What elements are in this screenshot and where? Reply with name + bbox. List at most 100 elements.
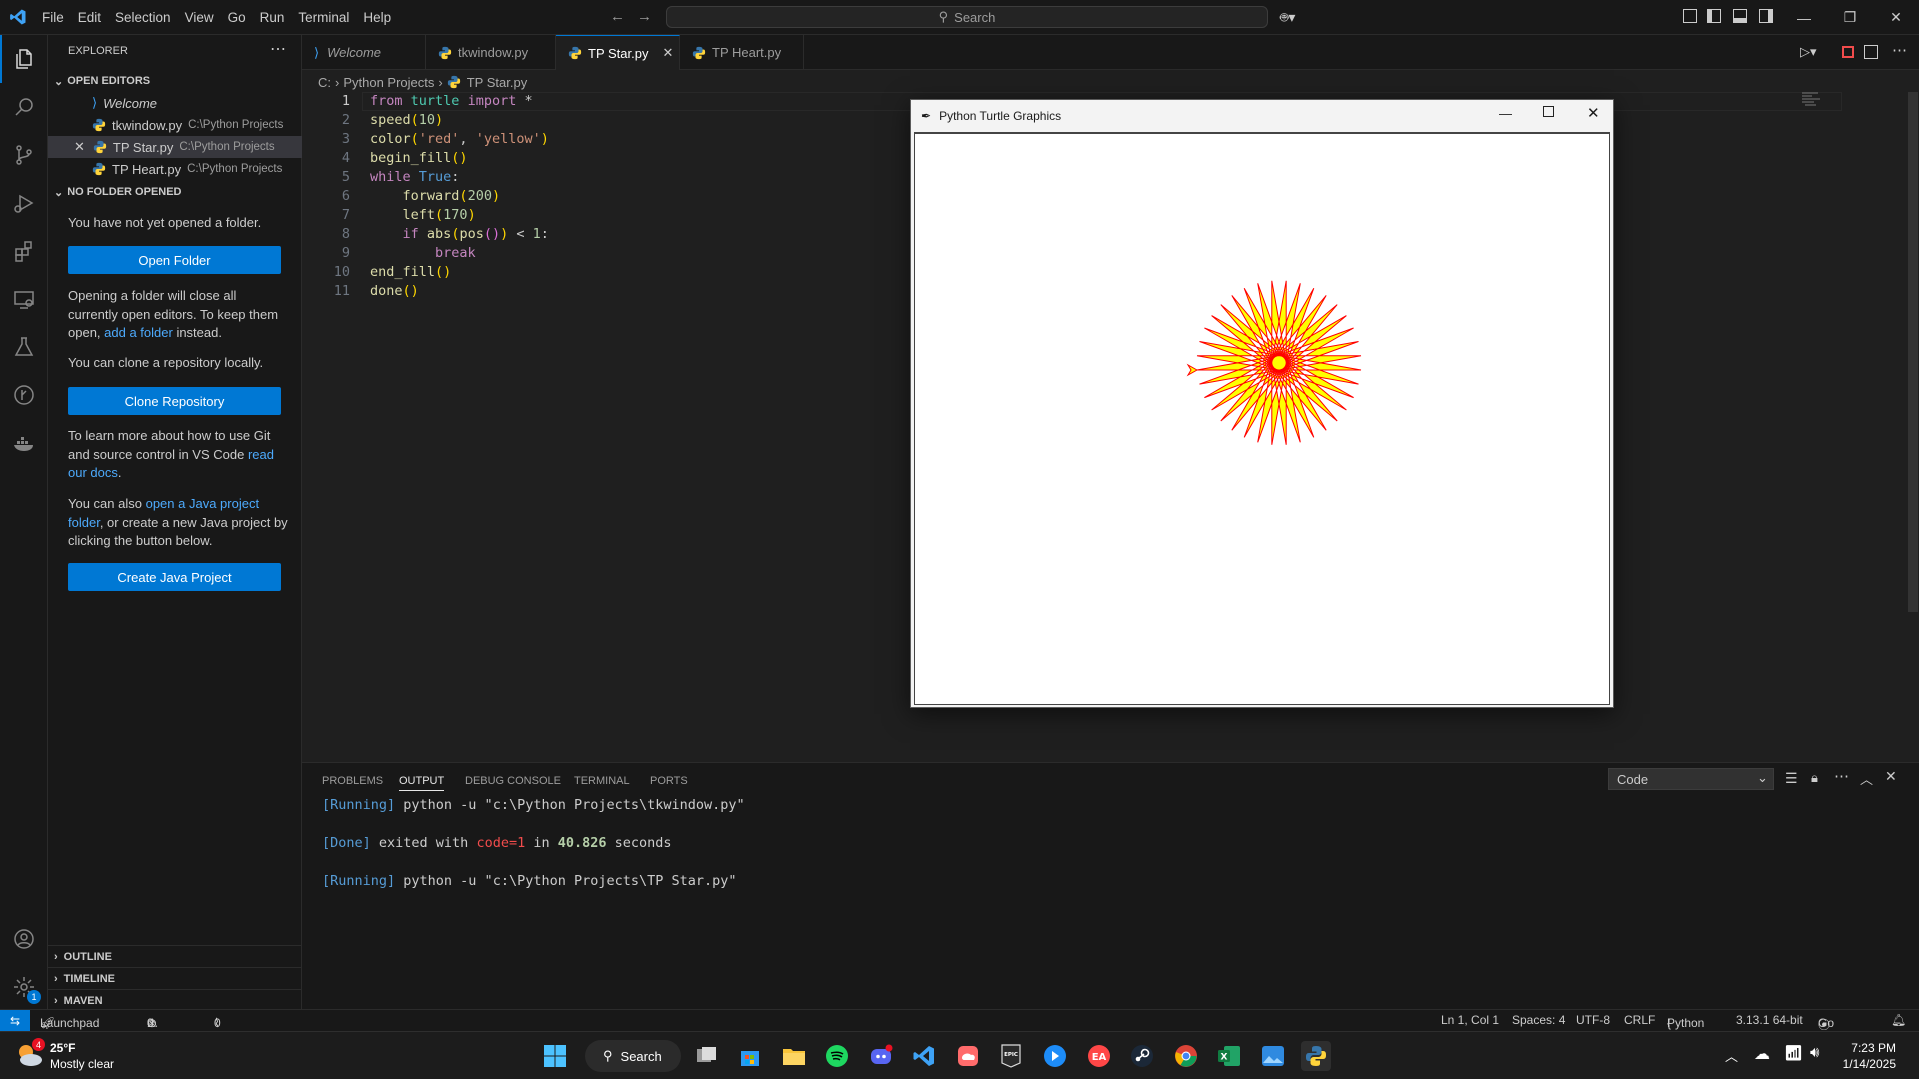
photos-icon[interactable] <box>1258 1041 1288 1071</box>
filter-lines-icon[interactable]: ☰ <box>1785 770 1798 787</box>
docker-icon[interactable] <box>0 419 48 467</box>
open-editors-header[interactable]: ⌄ OPEN EDITORS <box>48 70 302 92</box>
turtle-minimize-icon[interactable]: — <box>1499 106 1512 121</box>
remote-explorer-icon[interactable] <box>0 275 48 323</box>
taskbar-search[interactable]: ⚲ Search <box>585 1040 681 1072</box>
volume-icon[interactable]: 🔊︎ <box>1810 1044 1819 1061</box>
close-tab-icon[interactable]: ✕ <box>662 45 673 61</box>
timeline-section[interactable]: › TIMELINE <box>48 967 302 989</box>
notifications-bell-icon[interactable]: 🔔︎ <box>1891 1013 1906 1027</box>
add-folder-link[interactable]: add a folder <box>104 325 173 340</box>
menu-edit[interactable]: Edit <box>71 10 108 25</box>
ea-app-icon[interactable]: EA <box>1084 1041 1114 1071</box>
menu-help[interactable]: Help <box>356 10 398 25</box>
toggle-panel-icon[interactable] <box>1733 9 1747 23</box>
weather-widget-icon[interactable]: 4 <box>14 1038 45 1070</box>
customize-layout-icon[interactable] <box>1683 9 1697 23</box>
breadcrumb-folder[interactable]: Python Projects <box>343 75 434 90</box>
restore-button[interactable]: ❐ <box>1827 0 1873 35</box>
wifi-icon[interactable]: 📶︎ <box>1784 1044 1803 1062</box>
stop-icon[interactable] <box>1842 46 1854 58</box>
menu-selection[interactable]: Selection <box>108 10 178 25</box>
panel-tab-problems[interactable]: PROBLEMS <box>322 771 383 791</box>
more-actions-icon[interactable]: ⋯ <box>270 39 286 59</box>
clock[interactable]: 7:23 PM 1/14/2025 <box>1836 1040 1896 1072</box>
create-java-project-button[interactable]: Create Java Project <box>68 563 281 591</box>
forward-arrow-icon[interactable]: → <box>637 8 652 25</box>
maven-section[interactable]: › MAVEN <box>48 989 302 1011</box>
manage-gear-icon[interactable]: 1 <box>0 963 48 1011</box>
chrome-icon[interactable] <box>1171 1041 1201 1071</box>
steam-icon[interactable] <box>1127 1041 1157 1071</box>
turtle-maximize-icon[interactable] <box>1543 106 1554 117</box>
close-button[interactable]: ✕ <box>1873 0 1919 35</box>
discord-icon[interactable] <box>866 1041 896 1071</box>
bluestacks-icon[interactable] <box>1040 1041 1070 1071</box>
clone-repository-button[interactable]: Clone Repository <box>68 387 281 415</box>
indentation[interactable]: Spaces: 4 <box>1512 1013 1565 1027</box>
turtle-window-titlebar[interactable]: ✒ Python Turtle Graphics — ✕ <box>911 100 1613 132</box>
file-explorer-icon[interactable] <box>779 1041 809 1071</box>
panel-more-icon[interactable]: ⋯ <box>1834 767 1849 785</box>
menu-run[interactable]: Run <box>253 10 292 25</box>
onedrive-icon[interactable]: ☁ <box>1754 1044 1770 1064</box>
breadcrumb-root[interactable]: C: <box>318 75 331 90</box>
explorer-icon[interactable] <box>0 35 48 83</box>
excel-icon[interactable]: X <box>1214 1041 1244 1071</box>
open-editor-welcome[interactable]: ⟩ Welcome <box>48 92 302 114</box>
accounts-icon[interactable] <box>0 915 48 963</box>
python-interpreter[interactable]: 3.13.1 64-bit <box>1736 1013 1803 1027</box>
show-hidden-icons-icon[interactable]: ︿ <box>1725 1046 1738 1065</box>
microsoft-store-icon[interactable] <box>735 1041 765 1071</box>
epic-games-icon[interactable]: EPIC <box>996 1041 1026 1071</box>
maximize-panel-icon[interactable]: ︿ <box>1860 769 1873 788</box>
close-editor-icon[interactable]: ✕ <box>74 139 85 155</box>
command-center-search[interactable]: ⚲ Search <box>666 6 1268 28</box>
tab-welcome[interactable]: ⟩ Welcome <box>302 35 426 70</box>
source-control-icon[interactable] <box>0 131 48 179</box>
open-folder-button[interactable]: Open Folder <box>68 246 281 274</box>
cursor-position[interactable]: Ln 1, Col 1 <box>1441 1013 1499 1027</box>
editor-more-actions-icon[interactable]: ⋯ <box>1892 41 1907 59</box>
vscode-taskbar-icon[interactable] <box>909 1041 939 1071</box>
no-folder-header[interactable]: ⌄ NO FOLDER OPENED <box>48 181 302 203</box>
panel-tab-output[interactable]: OUTPUT <box>399 771 445 791</box>
run-python-icon[interactable]: ▷▾ <box>1800 44 1817 60</box>
line-ending[interactable]: CRLF <box>1624 1013 1655 1027</box>
panel-tab-debug-console[interactable]: DEBUG CONSOLE <box>465 771 561 791</box>
open-editor-tp-star[interactable]: ✕ TP Star.py C:\Python Projects <box>48 136 302 158</box>
menu-file[interactable]: File <box>35 10 71 25</box>
testing-icon[interactable] <box>0 323 48 371</box>
run-debug-icon[interactable] <box>0 179 48 227</box>
creative-cloud-icon[interactable] <box>953 1041 983 1071</box>
toggle-secondary-sidebar-icon[interactable] <box>1759 9 1773 23</box>
turtle-close-icon[interactable]: ✕ <box>1587 104 1600 122</box>
start-button[interactable] <box>540 1041 570 1071</box>
git-graph-icon[interactable] <box>0 371 48 419</box>
remote-indicator-icon[interactable]: ⇆ <box>0 1010 30 1031</box>
turtle-canvas[interactable] <box>914 132 1610 705</box>
breadcrumb-file[interactable]: TP Star.py <box>467 75 527 90</box>
tab-tp-heart[interactable]: TP Heart.py <box>680 35 804 70</box>
panel-tab-ports[interactable]: PORTS <box>650 771 688 791</box>
outline-section[interactable]: › OUTLINE <box>48 945 302 967</box>
tab-tkwindow[interactable]: tkwindow.py <box>426 35 556 70</box>
back-arrow-icon[interactable]: ← <box>610 8 625 25</box>
panel-tab-terminal[interactable]: TERMINAL <box>574 771 630 791</box>
menu-view[interactable]: View <box>178 10 221 25</box>
open-editor-tkwindow[interactable]: tkwindow.py C:\Python Projects <box>48 114 302 136</box>
tab-tp-star[interactable]: TP Star.py ✕ <box>556 35 680 70</box>
close-panel-icon[interactable]: ✕ <box>1885 768 1897 785</box>
editor-scrollbar[interactable] <box>1908 92 1918 612</box>
menu-go[interactable]: Go <box>221 10 253 25</box>
spotify-icon[interactable] <box>822 1041 852 1071</box>
copilot-icon[interactable]: 🤖︎▾ <box>1280 8 1295 28</box>
search-activity-icon[interactable] <box>0 83 48 131</box>
task-view-icon[interactable] <box>692 1041 722 1071</box>
minimap[interactable] <box>1802 92 1824 108</box>
extensions-icon[interactable] <box>0 227 48 275</box>
python-turtle-taskbar-icon[interactable] <box>1301 1041 1331 1071</box>
weather-text[interactable]: 25°F Mostly clear <box>50 1040 114 1072</box>
encoding[interactable]: UTF-8 <box>1576 1013 1610 1027</box>
minimize-button[interactable]: — <box>1781 0 1827 35</box>
